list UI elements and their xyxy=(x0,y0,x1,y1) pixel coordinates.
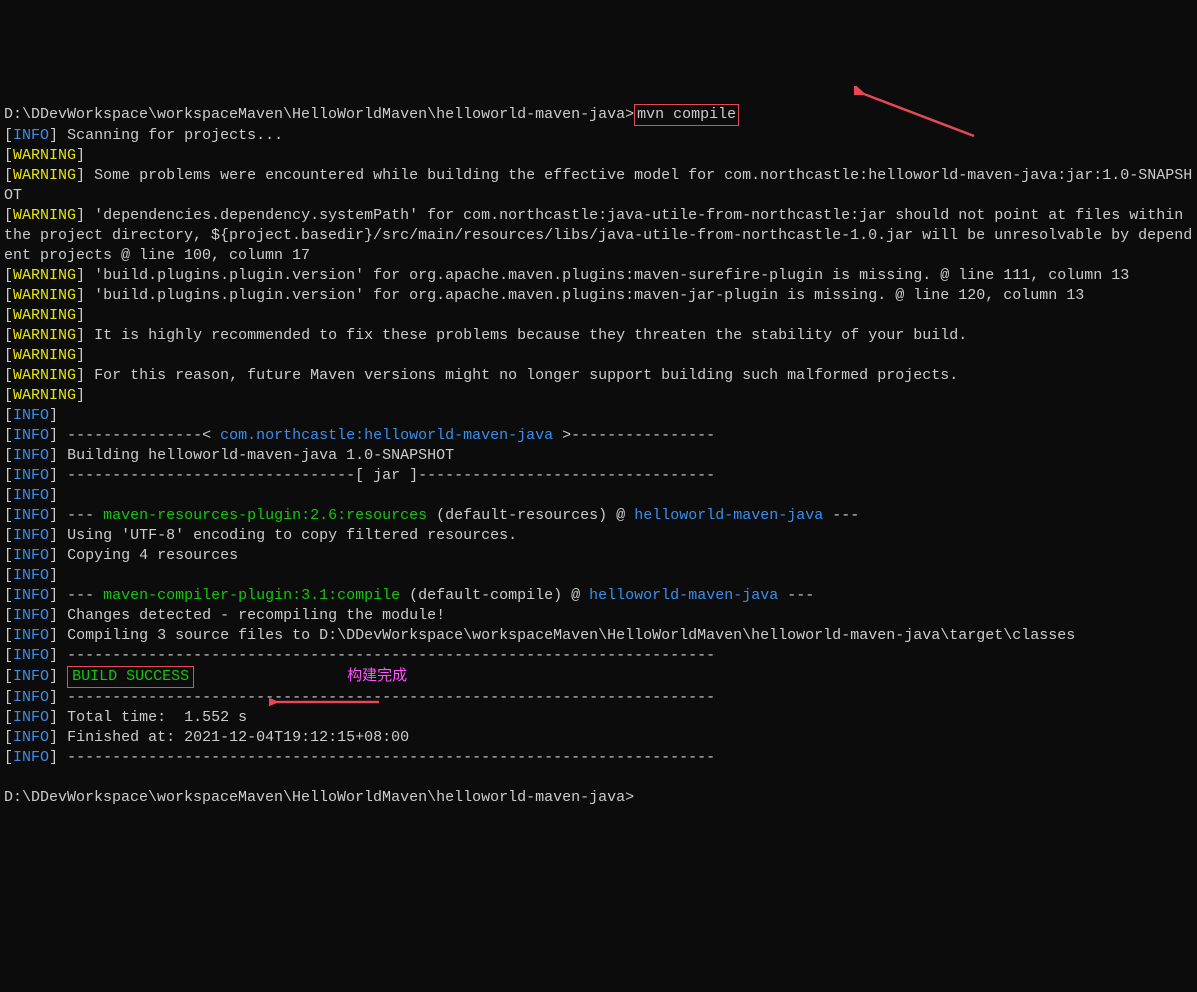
command-highlight-box: mvn compile xyxy=(634,104,739,126)
warn-some-problems: Some problems were encountered while bui… xyxy=(4,167,1192,204)
annotation-build-done: 构建完成 xyxy=(347,667,407,684)
warn-dep3: 'build.plugins.plugin.version' for org.a… xyxy=(94,287,1084,304)
build-success: BUILD SUCCESS xyxy=(72,668,189,685)
building-line: Building helloworld-maven-java 1.0-SNAPS… xyxy=(67,447,454,464)
warn-dep2: 'build.plugins.plugin.version' for org.a… xyxy=(94,267,1129,284)
total-time: Total time: 1.552 s xyxy=(67,709,247,726)
prompt-path-2: D:\DDevWorkspace\workspaceMaven\HelloWor… xyxy=(4,789,634,806)
warn-reason: For this reason, future Maven versions m… xyxy=(94,367,958,384)
command-text: mvn compile xyxy=(637,106,736,123)
resources-plugin: maven-resources-plugin:2.6:resources xyxy=(103,507,427,524)
build-success-box: BUILD SUCCESS xyxy=(67,666,194,688)
annotation-arrow-command xyxy=(854,86,984,146)
warn-dep1: 'dependencies.dependency.systemPath' for… xyxy=(4,207,1192,264)
prompt-path: D:\DDevWorkspace\workspaceMaven\HelloWor… xyxy=(4,106,634,123)
warn-recommend: It is highly recommended to fix these pr… xyxy=(94,327,967,344)
artifact-id: com.northcastle:helloworld-maven-java xyxy=(220,427,553,444)
terminal-output[interactable]: D:\DDevWorkspace\workspaceMaven\HelloWor… xyxy=(4,84,1193,888)
finished-at: Finished at: 2021-12-04T19:12:15+08:00 xyxy=(67,729,409,746)
compiler-plugin: maven-compiler-plugin:3.1:compile xyxy=(103,587,400,604)
